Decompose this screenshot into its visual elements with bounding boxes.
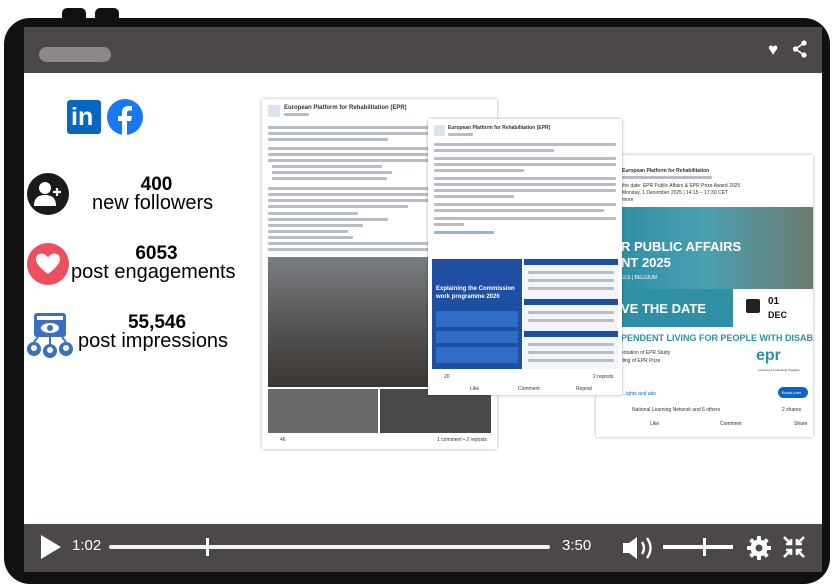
duration: 3:50 [562, 537, 592, 554]
work-programme-infographic: Explaining the Commission work programme… [432, 259, 522, 369]
network-text: National Learning Network and 6 others [632, 407, 721, 413]
fullscreen-exit-icon[interactable] [782, 535, 806, 564]
banner-title: NT 2025 [621, 255, 671, 270]
banner-title: R PUBLIC AFFAIRS [621, 239, 742, 254]
like-action[interactable]: Like [470, 386, 479, 392]
repost-action[interactable]: Repost [576, 386, 592, 392]
calendar-icon [746, 299, 760, 313]
insights-link[interactable]: ...ights and ads [622, 391, 656, 397]
facebook-icon [107, 99, 143, 135]
comment-count: 1 comment • 2 reposts [437, 437, 487, 443]
share-icon[interactable] [792, 40, 808, 63]
banner-city: ELS | BELGIUM [621, 275, 658, 281]
reactions-count: 20 [444, 374, 450, 380]
repost-count: 2 reposts [593, 374, 614, 380]
heart-icon[interactable]: ♥ [768, 40, 778, 60]
work-programme-table [524, 259, 618, 369]
event-org: European Platform for Rehabilitation [622, 168, 710, 174]
heart-icon [27, 243, 69, 290]
event-month: DEC [768, 310, 788, 320]
volume-handle[interactable] [703, 538, 706, 556]
volume-icon[interactable] [622, 535, 656, 566]
epr-logo-sub: Learning & Innovating Together [758, 368, 800, 372]
share-action[interactable]: Share [794, 421, 807, 427]
post-org: European Platform for Rehabilitation (EP… [284, 105, 407, 111]
org-avatar [268, 105, 280, 117]
video-screen[interactable]: ♥ in 400 new followers 6053 post engagem… [24, 27, 822, 572]
gear-icon[interactable] [746, 535, 772, 566]
seek-handle[interactable] [206, 538, 210, 556]
event-tagline: PENDENT LIVING FOR PEOPLE WITH DISABILIT… [621, 333, 813, 343]
play-icon[interactable] [40, 534, 62, 565]
boost-label: Boost post [782, 390, 801, 395]
post-org: European Platform for Rehabilitation (EP… [448, 125, 551, 131]
shares-count: 2 shares [782, 407, 802, 413]
volume-slider[interactable] [663, 545, 733, 549]
org-avatar [434, 125, 445, 136]
linkedin-icon: in [67, 100, 101, 134]
impressions-icon [26, 311, 76, 372]
stat-label: new followers [92, 192, 214, 214]
post-photo [268, 389, 378, 433]
event-line: Monday, 1 December 2025 | 14:15 – 17:30 … [622, 190, 728, 196]
like-action[interactable]: Like [650, 421, 659, 427]
linkedin-text: in [71, 103, 94, 131]
event-line: the date: EPR Public Affairs & EPR Prize… [622, 183, 741, 189]
comment-action[interactable]: Comment [720, 421, 742, 427]
save-the-date: VE THE DATE [621, 301, 706, 316]
boost-button[interactable]: Boost post [778, 387, 808, 398]
event-banner: R PUBLIC AFFAIRS NT 2025 ELS | BELGIUM V… [618, 207, 813, 378]
reactions-count: 46 [280, 437, 286, 443]
video-title-placeholder [39, 47, 111, 62]
event-sub: ding of EPR Prize [621, 358, 661, 364]
epr-logo: epr [756, 347, 781, 364]
linkedin-post-card: European Platform for Rehabilitation (EP… [428, 119, 622, 395]
video-controls: 1:02 3:50 [24, 524, 822, 572]
event-day: 01 [768, 296, 780, 307]
stat-label: post engagements [71, 261, 236, 283]
current-time: 1:02 [72, 537, 102, 554]
seek-bar[interactable] [109, 538, 550, 556]
linkedin-event-card: European Platform for Rehabilitation the… [596, 155, 813, 437]
add-user-icon [27, 173, 69, 220]
video-top-bar: ♥ [24, 27, 822, 73]
infographic-title: Explaining the Commission work programme… [436, 286, 515, 300]
more-link[interactable]: more [622, 197, 633, 203]
comment-action[interactable]: Comment [518, 386, 540, 392]
post-photo [380, 389, 491, 433]
event-sub: entation of EPR Study [621, 350, 671, 356]
stat-label: post impressions [78, 330, 229, 352]
